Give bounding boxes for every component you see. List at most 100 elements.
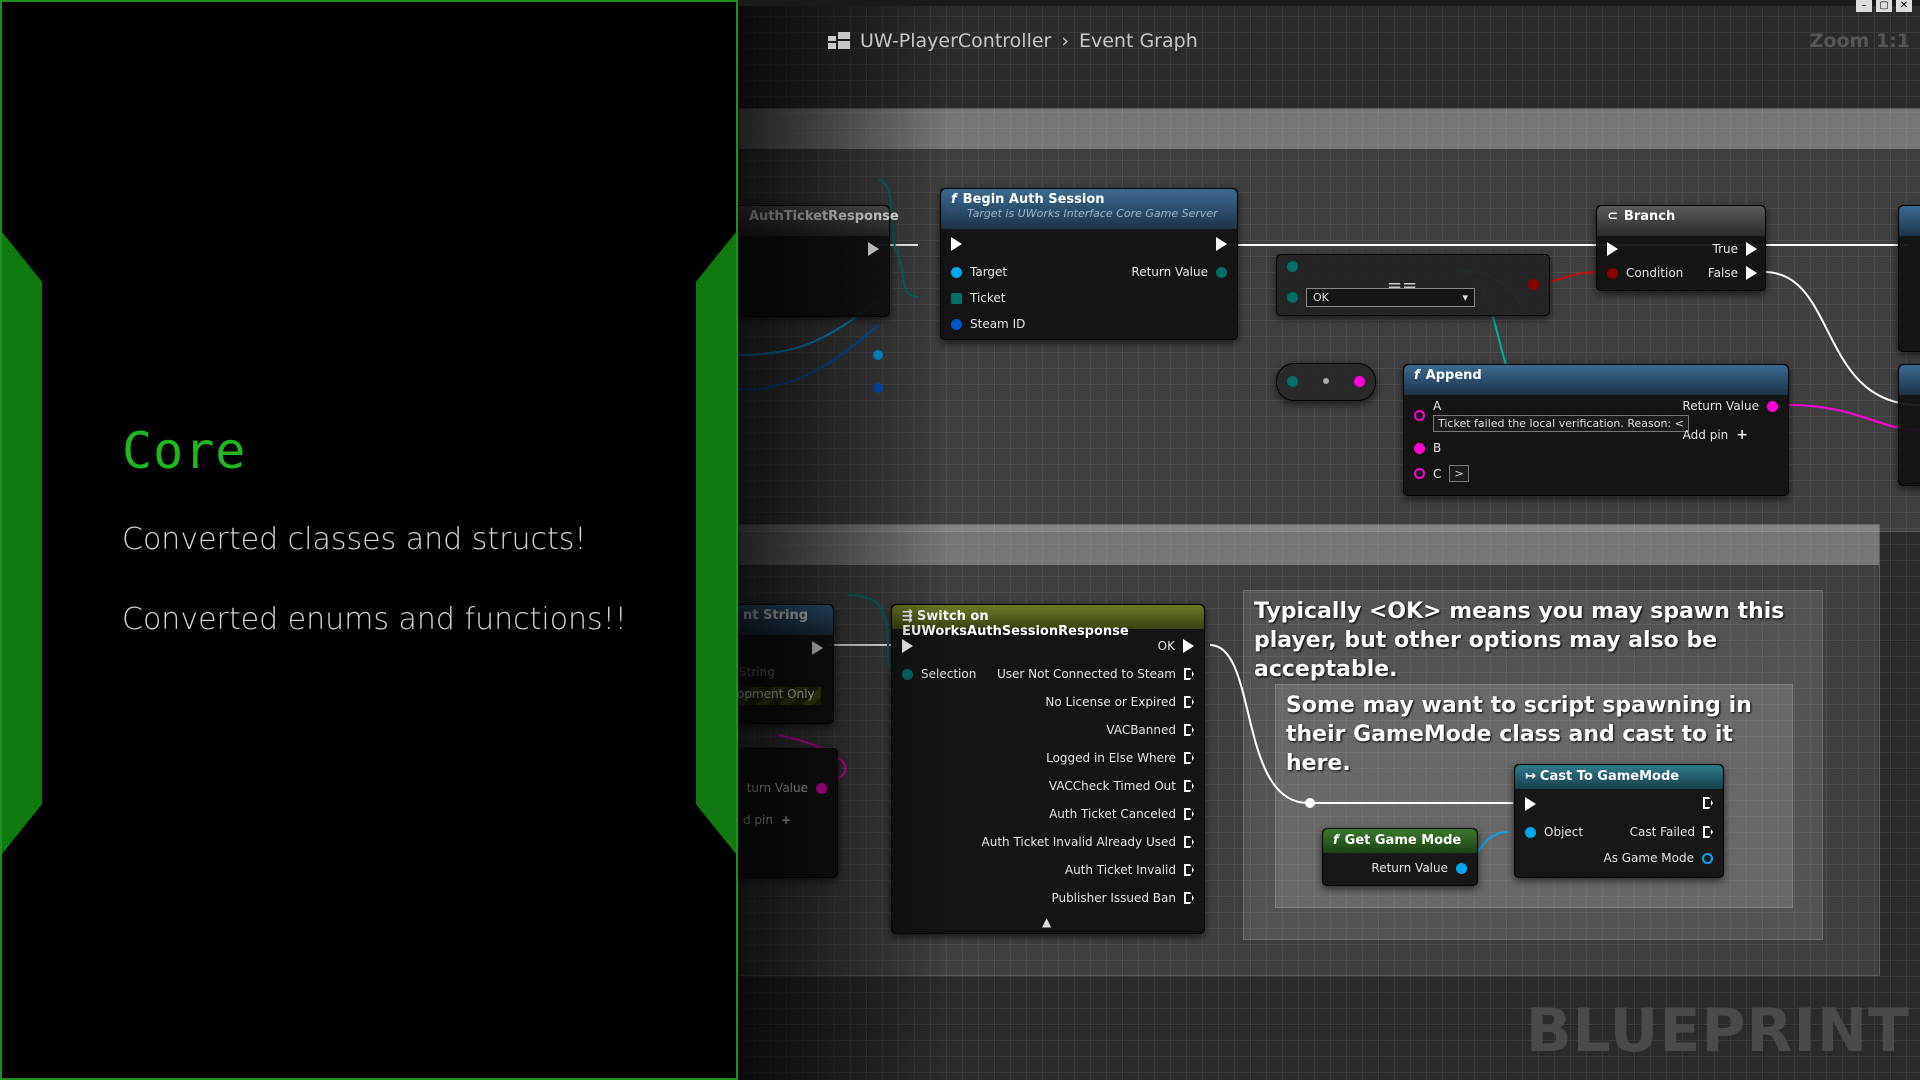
switch-output-pin[interactable]: Auth Ticket Invalid — [1065, 863, 1194, 877]
branch-condition[interactable]: Condition — [1607, 266, 1683, 280]
event-exec-out[interactable] — [868, 242, 879, 256]
append-title: f Append — [1404, 365, 1788, 395]
get-game-mode-title: f Get Game Mode — [1323, 829, 1477, 853]
exec-pin-icon — [1183, 639, 1194, 653]
blueprint-watermark: BLUEPRINT — [1525, 996, 1910, 1066]
switch-output-label: OK — [1157, 639, 1175, 653]
switch-output-pin[interactable]: VACBanned — [1106, 723, 1194, 737]
branch-title: ⊂ Branch — [1597, 206, 1765, 236]
switch-output-label: Logged in Else Where — [1046, 751, 1176, 765]
breadcrumb-asset[interactable]: UW-PlayerController — [860, 30, 1051, 52]
branch-true[interactable]: True — [1713, 242, 1757, 256]
append-return[interactable]: Return Value — [1682, 399, 1778, 413]
blueprint-editor[interactable]: Typically <OK> means you may spawn this … — [738, 0, 1920, 1080]
branch-false[interactable]: False — [1708, 266, 1757, 280]
blueprint-icon — [828, 32, 850, 50]
promo-heading: Core — [122, 422, 247, 480]
switch-output-pin[interactable]: Logged in Else Where — [1046, 751, 1194, 765]
minimize-icon[interactable]: – — [1856, 0, 1872, 12]
begin-auth-exec-in[interactable] — [951, 237, 962, 251]
partial-string-exec-out[interactable] — [812, 641, 823, 655]
cast-title: ↦ Cast To GameMode — [1515, 765, 1723, 789]
begin-auth-return[interactable]: Return Value — [1131, 265, 1227, 279]
switch-output-label: Auth Ticket Invalid — [1064, 863, 1176, 877]
append-c-input[interactable]: > — [1449, 465, 1469, 482]
maximize-icon[interactable]: ▢ — [1876, 0, 1892, 12]
cast-failed[interactable]: Cast Failed — [1630, 825, 1713, 839]
cast-exec-in[interactable] — [1525, 797, 1536, 811]
promo-line-2: Converted enums and functions!! — [122, 602, 627, 637]
node-begin-auth-session[interactable]: f Begin Auth Session Target is UWorks Int… — [940, 188, 1238, 340]
switch-output-pin[interactable]: Publisher Issued Ban — [1051, 891, 1194, 905]
append-pin-a[interactable]: A Ticket failed the local verification. … — [1414, 399, 1689, 432]
partial-left-addpin[interactable]: d pin + — [743, 813, 791, 827]
begin-auth-subtitle: Target is UWorks Interface Core Game Ser… — [967, 207, 1218, 220]
zoom-level: Zoom 1:1 — [1809, 30, 1910, 52]
node-partial-left[interactable]: turn Value d pin + — [738, 748, 838, 878]
window-titlebar — [738, 0, 1920, 6]
breadcrumb-graph[interactable]: Event Graph — [1079, 30, 1198, 52]
plus-icon: + — [781, 813, 792, 827]
equal-pin-b[interactable]: OK ▾ — [1287, 288, 1475, 307]
promo-line-1: Converted classes and structs! — [122, 522, 587, 557]
switch-output-pin[interactable]: Auth Ticket Invalid Already Used — [982, 835, 1194, 849]
node-partial-right-2[interactable] — [1898, 364, 1920, 486]
equal-enum-dropdown[interactable]: OK ▾ — [1306, 288, 1475, 307]
cast-as-gamemode[interactable]: As Game Mode — [1603, 851, 1713, 865]
exec-pin-icon — [1184, 864, 1194, 876]
equal-pin-a[interactable] — [1287, 261, 1298, 272]
cast-exec-out[interactable] — [1703, 797, 1713, 809]
switch-output-label: User Not Connected to Steam — [996, 667, 1176, 681]
promo-panel: Core Converted classes and structs! Conv… — [0, 0, 738, 1080]
event-auth-ticket-response[interactable]: AuthTicketResponse — [738, 205, 899, 317]
cast-object[interactable]: Object — [1525, 825, 1583, 839]
append-a-input[interactable]: Ticket failed the local verification. Re… — [1433, 415, 1689, 432]
convert-pin-out[interactable] — [1354, 376, 1365, 387]
chevron-down-icon: ▾ — [1462, 291, 1468, 304]
node-partial-right-1[interactable] — [1898, 205, 1920, 352]
close-icon[interactable]: ✕ — [1896, 0, 1912, 12]
begin-auth-pin-steamid[interactable]: Steam ID — [951, 317, 1025, 331]
screen: Core Converted classes and structs! Conv… — [0, 0, 1920, 1080]
switch-output-label: VACBanned — [1106, 723, 1176, 737]
exec-pin-icon — [1184, 780, 1194, 792]
node-convert-to-string[interactable] — [1276, 363, 1376, 401]
cast-icon: ↦ — [1525, 769, 1536, 784]
node-cast-to-gamemode[interactable]: ↦ Cast To GameMode Object Cast Failed As … — [1514, 764, 1724, 878]
partial-string-row1: String — [739, 665, 775, 679]
partial-string-row2: opment Only — [738, 687, 821, 705]
right-accent — [696, 232, 736, 854]
get-game-mode-return[interactable]: Return Value — [1371, 861, 1467, 875]
chevron-right-icon: › — [1061, 30, 1069, 52]
append-add-pin[interactable]: Add pin + — [1683, 427, 1748, 443]
begin-auth-pin-target[interactable]: Target — [951, 265, 1007, 279]
node-get-game-mode[interactable]: f Get Game Mode Return Value — [1322, 828, 1478, 886]
switch-title: ⇶ Switch on EUWorksAuthSessionResponse — [892, 605, 1204, 639]
begin-auth-pin-ticket[interactable]: Ticket — [951, 291, 1006, 305]
switch-output-pin[interactable]: VACCheck Timed Out — [1049, 779, 1194, 793]
node-switch-auth-response[interactable]: ⇶ Switch on EUWorksAuthSessionResponse Se… — [891, 604, 1205, 934]
switch-output-pin[interactable]: Auth Ticket Canceled — [1049, 807, 1194, 821]
switch-output-label: VACCheck Timed Out — [1048, 779, 1176, 793]
equal-pin-out[interactable] — [1528, 279, 1539, 290]
switch-output-pin[interactable]: User Not Connected to Steam — [997, 667, 1194, 681]
node-equal-enum[interactable]: == OK ▾ — [1276, 254, 1550, 316]
node-append[interactable]: f Append A Ticket failed the local verifi… — [1403, 364, 1789, 496]
collapse-arrow-icon[interactable]: ▲ — [1042, 915, 1051, 929]
append-pin-b[interactable]: B — [1414, 441, 1441, 455]
branch-exec-in[interactable] — [1607, 242, 1618, 256]
switch-output-pin[interactable]: OK — [1158, 639, 1194, 653]
partial-left-return[interactable]: turn Value — [747, 781, 827, 795]
append-pin-c[interactable]: C > — [1414, 465, 1469, 482]
node-partial-string[interactable]: nt String String opment Only — [738, 604, 834, 724]
begin-auth-exec-out[interactable] — [1216, 237, 1227, 251]
comment-ok-text: Typically <OK> means you may spawn this … — [1254, 599, 1785, 682]
switch-exec-in[interactable] — [902, 639, 913, 653]
convert-pin-in[interactable] — [1287, 376, 1298, 387]
breadcrumb: UW-PlayerController › Event Graph — [828, 30, 1198, 52]
partial-string-title: nt String — [738, 605, 833, 635]
branch-icon: ⊂ — [1607, 209, 1618, 224]
node-branch[interactable]: ⊂ Branch Condition True False — [1596, 205, 1766, 291]
switch-output-pin[interactable]: No License or Expired — [1045, 695, 1194, 709]
switch-selection[interactable]: Selection — [902, 667, 976, 681]
